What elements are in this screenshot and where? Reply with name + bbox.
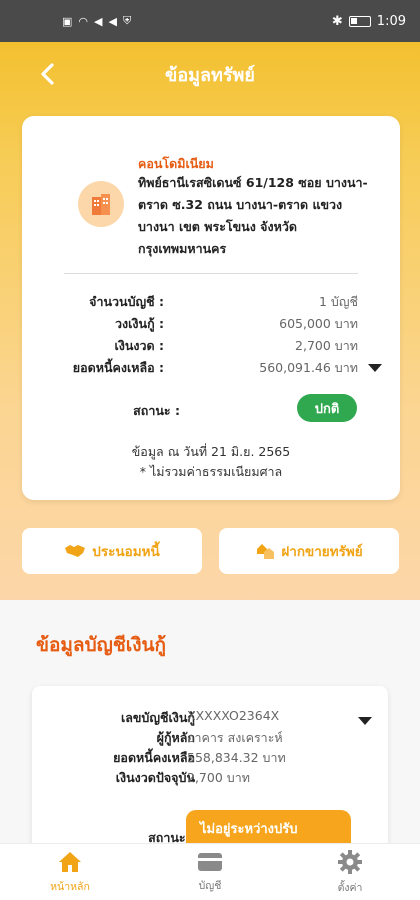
info-row: จำนวนบัญชี : 1 บัญชี — [22, 292, 400, 312]
page-title: ข้อมูลทรัพย์ — [165, 64, 255, 86]
info-label: วงเงินกู้ : — [115, 316, 164, 331]
sim-icon: ▣ — [62, 14, 73, 28]
loan-label: ยอดหนี้คงเหลือ — [113, 750, 195, 765]
chevron-down-icon[interactable] — [358, 717, 372, 725]
loan-section-title: ข้อมูลบัญชีเงินกู้ — [36, 634, 166, 656]
building-icon — [78, 181, 124, 227]
status-label: สถานะ : — [133, 403, 180, 418]
status-bar: ▣ ◠ ◀ ◀ ⛨ ✱ 1:09 — [0, 0, 420, 42]
nav-accounts-label: บัญชี — [198, 879, 222, 892]
data-as-of: ข้อมูล ณ วันที่ 21 มิ.ย. 2565 — [131, 444, 291, 459]
info-row: เงินงวด : 2,700 บาท — [22, 336, 400, 356]
exchange-house-icon — [257, 544, 275, 559]
loan-value: อาคาร สงเคราะห์ — [187, 730, 283, 745]
consign-sale-label: ฝากขายทรัพย์ — [281, 544, 363, 560]
shield-icon: ⛨ — [122, 14, 132, 27]
back-button[interactable] — [30, 56, 66, 92]
status-icons-right: ✱ 1:09 — [332, 14, 406, 29]
loan-row: เลขบัญชีเงินกู้ XXXXXO2364X — [32, 708, 388, 728]
loan-row: ยอดหนี้คงเหลือ 558,834.32 บาท — [32, 748, 388, 768]
nav-settings[interactable]: ตั้งค่า — [280, 844, 420, 900]
info-label: จำนวนบัญชี : — [89, 294, 164, 309]
loan-value: 558,834.32 บาท — [187, 750, 286, 765]
send-icon: ◀ — [94, 14, 103, 28]
nav-accounts[interactable]: บัญชี — [140, 844, 280, 900]
loan-label: เลขบัญชีเงินกู้ — [120, 710, 195, 725]
nav-home[interactable]: หน้าหลัก — [0, 844, 140, 900]
card-icon — [198, 852, 222, 871]
compromise-button[interactable]: ประนอมหนี้ — [22, 528, 202, 574]
loan-row: เงินงวดปัจจุบัน 2,700 บาท — [32, 768, 388, 788]
property-card: คอนโดมิเนียม ทิพย์ธานีเรสซิเดนซ์ 61/128 … — [22, 116, 400, 500]
compromise-label: ประนอมหนี้ — [92, 544, 160, 560]
battery-icon — [348, 15, 371, 27]
info-value: 605,000 บาท — [279, 316, 358, 331]
loan-card: เลขบัญชีเงินกู้ XXXXXO2364X ผู้กู้หลัก อ… — [32, 686, 388, 866]
bottom-nav: หน้าหลัก บัญชี ตั้งค่า — [0, 843, 420, 900]
nav-home-label: หน้าหลัก — [50, 880, 90, 893]
info-label: ยอดหนี้คงเหลือ : — [72, 360, 164, 375]
status-icons-left: ▣ ◠ ◀ ◀ ⛨ — [62, 14, 131, 28]
chevron-down-icon[interactable] — [368, 364, 382, 372]
handshake-icon — [65, 545, 86, 557]
info-value: 560,091.46 บาท — [259, 360, 358, 375]
fee-note: * ไม่รวมค่าธรรมเนียมศาล — [139, 464, 283, 479]
divider — [64, 273, 358, 274]
info-value: 2,700 บาท — [295, 338, 358, 353]
loan-value: XXXXXO2364X — [187, 708, 280, 723]
home-icon — [59, 851, 81, 872]
bluetooth-icon: ✱ — [331, 13, 343, 29]
nav-settings-label: ตั้งค่า — [337, 881, 363, 894]
send-icon-2: ◀ — [108, 14, 117, 28]
top-bar: ข้อมูลทรัพย์ — [0, 42, 420, 106]
loan-value: 2,700 บาท — [187, 770, 250, 785]
gear-icon — [338, 849, 362, 874]
wifi-icon: ◠ — [78, 14, 89, 28]
status-badge: ปกติ — [297, 394, 357, 422]
info-value: 1 บัญชี — [319, 294, 358, 309]
property-address: ทิพย์ธานีเรสซิเดนซ์ 61/128 ซอย บางนา-ตรา… — [138, 175, 368, 256]
property-type: คอนโดมิเนียม — [138, 156, 214, 171]
loan-row: ผู้กู้หลัก อาคาร สงเคราะห์ — [32, 728, 388, 748]
info-row: วงเงินกู้ : 605,000 บาท — [22, 314, 400, 334]
clock: 1:09 — [376, 13, 406, 29]
info-row: ยอดหนี้คงเหลือ : 560,091.46 บาท — [22, 358, 400, 378]
loan-label: เงินงวดปัจจุบัน — [115, 770, 195, 785]
chevron-left-icon — [41, 63, 54, 85]
info-label: เงินงวด : — [114, 338, 164, 353]
consign-sale-button[interactable]: ฝากขายทรัพย์ — [219, 528, 399, 574]
